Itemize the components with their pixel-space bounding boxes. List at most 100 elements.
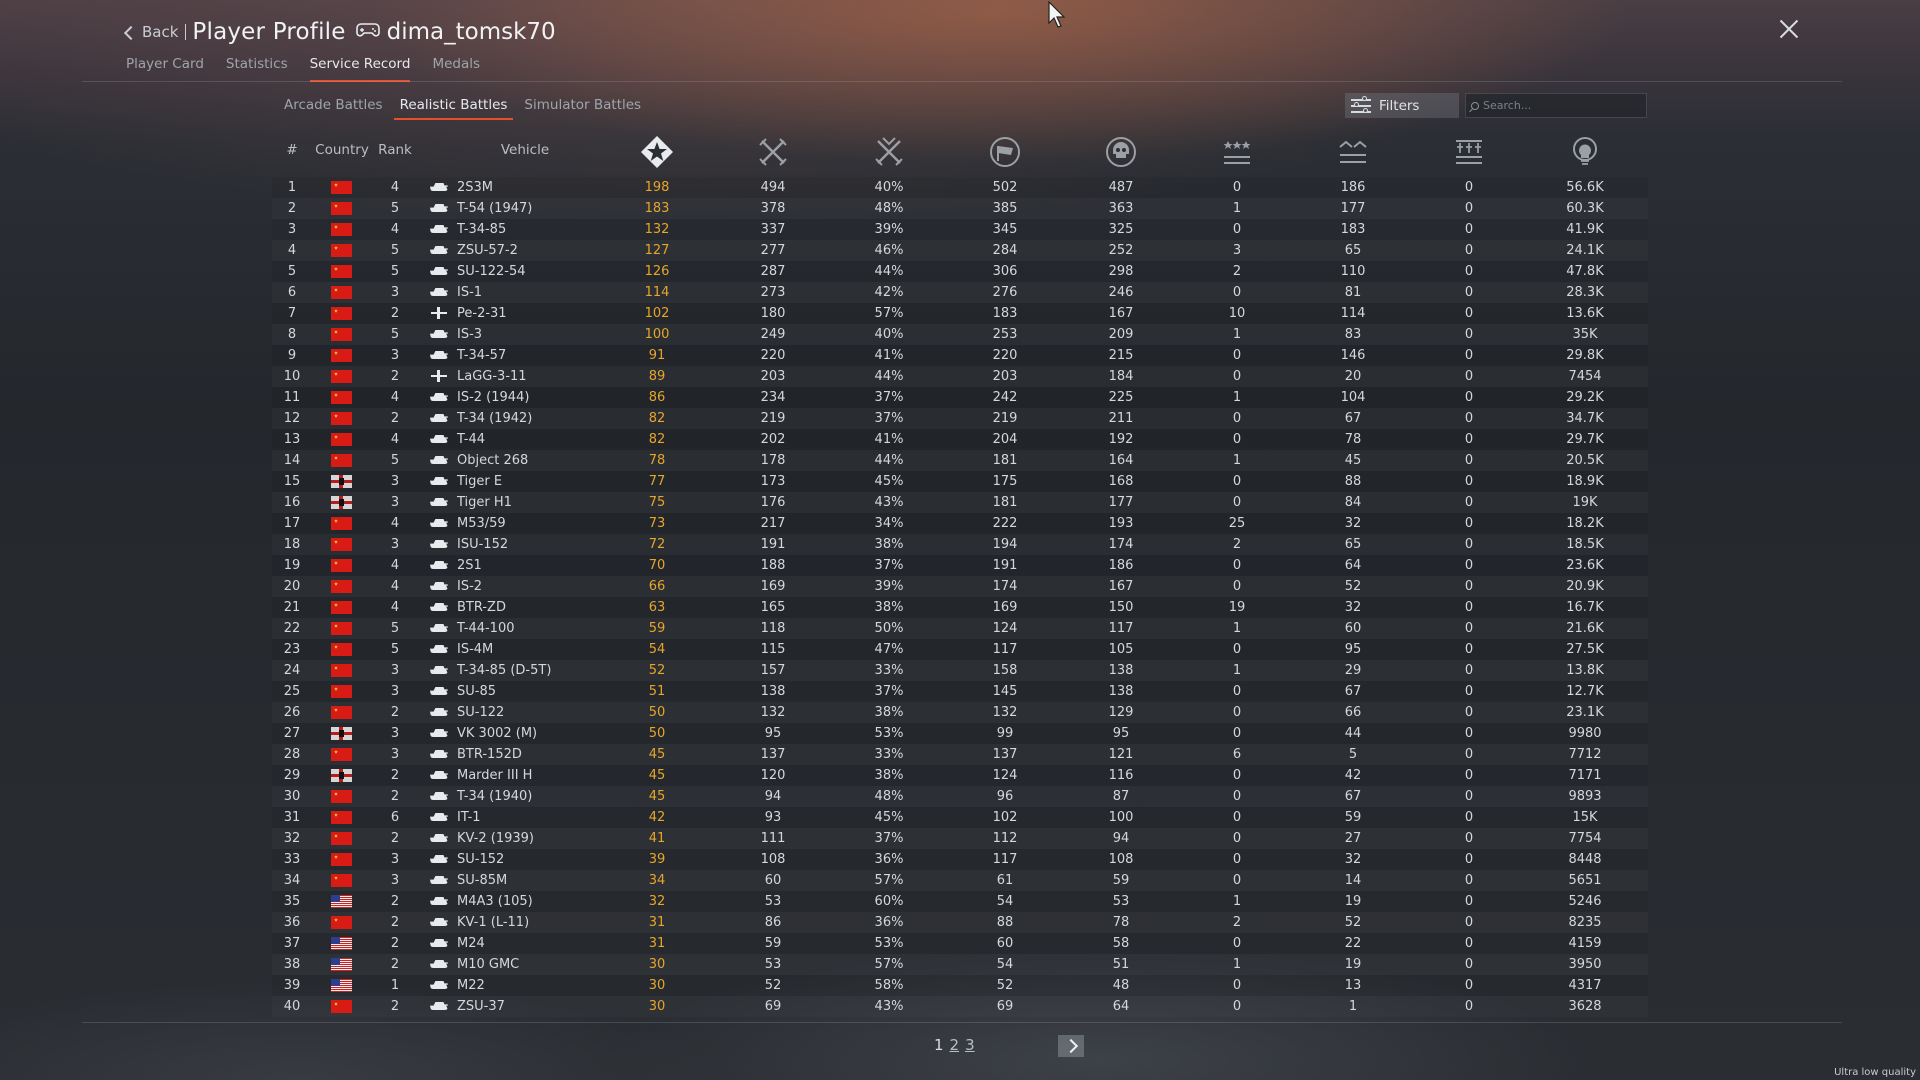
- winrate-icon[interactable]: [872, 135, 906, 169]
- row-naval-kills: 0: [1464, 915, 1474, 930]
- country-flag-icon: [331, 475, 352, 488]
- tank-icon: [430, 645, 448, 653]
- back-button[interactable]: Back: [123, 23, 178, 41]
- table-row[interactable]: 21 4 63 165 38% 169 150 19 32 0 16.7K BTR-ZD: [272, 597, 1648, 618]
- air-kills-icon[interactable]: [1220, 135, 1254, 169]
- column-header-vehicle[interactable]: Vehicle: [501, 142, 549, 158]
- table-row[interactable]: 28 3 45 137 33% 137 121 6 5 0 7712 BTR-152D: [272, 744, 1648, 765]
- table-row[interactable]: 33 3 39 108 36% 117 108 0 32 0 8448 SU-152: [272, 849, 1648, 870]
- search-field[interactable]: [1465, 93, 1647, 118]
- quality-label: Ultra low quality: [1834, 1067, 1916, 1078]
- table-row[interactable]: 10 2 89 203 44% 203 184 0 20 0 7454 LaGG-3-11: [272, 366, 1648, 387]
- country-flag-icon: [331, 832, 352, 845]
- tab-arcade-battles[interactable]: Arcade Battles: [284, 97, 383, 120]
- table-row[interactable]: 7 2 102 180 57% 183 167 10 114 0 13.6K Pe-2-31: [272, 303, 1648, 324]
- table-row[interactable]: 23 5 54 115 47% 117 105 0 95 0 27.5K IS-4M: [272, 639, 1648, 660]
- close-icon[interactable]: [1778, 18, 1800, 40]
- row-winrate: 53%: [874, 936, 904, 951]
- table-row[interactable]: 30 2 45 94 48% 96 87 0 67 0 9893 T-34 (1940): [272, 786, 1648, 807]
- filters-button[interactable]: Filters: [1345, 93, 1459, 118]
- respawns-icon[interactable]: [988, 135, 1022, 169]
- row-naval-kills: 0: [1464, 642, 1474, 657]
- tab-statistics[interactable]: Statistics: [226, 56, 288, 82]
- table-row[interactable]: 38 2 30 53 57% 54 51 1 19 0 3950 M10 GMC: [272, 954, 1648, 975]
- search-input[interactable]: [1483, 99, 1643, 112]
- research-points-icon[interactable]: [1568, 135, 1602, 169]
- table-row[interactable]: 39 1 30 52 58% 52 48 0 13 0 4317 M22: [272, 975, 1648, 996]
- table-row[interactable]: 15 3 77 173 45% 175 168 0 88 0 18.9K Tiger E: [272, 471, 1648, 492]
- row-number: 13: [283, 432, 301, 447]
- tab-realistic-battles[interactable]: Realistic Battles: [393, 97, 514, 120]
- ground-kills-icon[interactable]: [1336, 135, 1370, 169]
- table-row[interactable]: 8 5 100 249 40% 253 209 1 83 0 35K IS-3: [272, 324, 1648, 345]
- table-row[interactable]: 35 2 32 53 60% 54 53 1 19 0 5246 M4A3 (105): [272, 891, 1648, 912]
- row-vehicle-name: SU-152: [457, 852, 505, 867]
- table-row[interactable]: 20 4 66 169 39% 174 167 0 52 0 20.9K IS-2: [272, 576, 1648, 597]
- table-row[interactable]: 34 3 34 60 57% 61 59 0 14 0 5651 SU-85M: [272, 870, 1648, 891]
- table-row[interactable]: 5 5 126 287 44% 306 298 2 110 0 47.8K SU-122-54: [272, 261, 1648, 282]
- table-row[interactable]: 32 2 41 111 37% 112 94 0 27 0 7754 KV-2 (1939): [272, 828, 1648, 849]
- table-row[interactable]: 24 3 52 157 33% 158 138 1 29 0 13.8K T-34-85 (D-5T): [272, 660, 1648, 681]
- row-naval-kills: 0: [1464, 474, 1474, 489]
- table-row[interactable]: 36 2 31 86 36% 88 78 2 52 0 8235 KV-1 (L-11): [272, 912, 1648, 933]
- table-row[interactable]: 16 3 75 176 43% 181 177 0 84 0 19K Tiger H1: [272, 492, 1648, 513]
- table-row[interactable]: 40 2 30 69 43% 69 64 0 1 0 3628 ZSU-37: [272, 996, 1648, 1017]
- row-number: 15: [283, 474, 301, 489]
- row-deaths: 51: [1112, 957, 1130, 972]
- table-row[interactable]: 19 4 70 188 37% 191 186 0 64 0 23.6K 2S1: [272, 555, 1648, 576]
- page-3-button[interactable]: 3: [965, 1036, 975, 1054]
- deaths-icon[interactable]: [1104, 135, 1138, 169]
- row-research-points: 29.7K: [1566, 432, 1604, 447]
- table-row[interactable]: 12 2 82 219 37% 219 211 0 67 0 34.7K T-34 (1942): [272, 408, 1648, 429]
- row-winrate: 37%: [874, 411, 904, 426]
- row-ground-kills: 52: [1344, 915, 1362, 930]
- table-row[interactable]: 37 2 31 59 53% 60 58 0 22 0 4159 M24: [272, 933, 1648, 954]
- column-header-number[interactable]: #: [286, 142, 297, 158]
- country-flag-icon: [331, 874, 352, 887]
- row-winrate: 47%: [874, 642, 904, 657]
- table-row[interactable]: 4 5 127 277 46% 284 252 3 65 0 24.1K ZSU-57-2: [272, 240, 1648, 261]
- row-ground-kills: 104: [1340, 390, 1366, 405]
- table-row[interactable]: 6 3 114 273 42% 276 246 0 81 0 28.3K IS-1: [272, 282, 1648, 303]
- row-naval-kills: 0: [1464, 327, 1474, 342]
- page-2-button[interactable]: 2: [950, 1036, 960, 1054]
- country-flag-icon: [331, 790, 352, 803]
- tab-simulator-battles[interactable]: Simulator Battles: [524, 97, 641, 120]
- tab-service-record[interactable]: Service Record: [309, 56, 411, 82]
- tab-medals[interactable]: Medals: [432, 56, 480, 82]
- table-row[interactable]: 13 4 82 202 41% 204 192 0 78 0 29.7K T-44: [272, 429, 1648, 450]
- battles-icon[interactable]: [640, 135, 674, 169]
- tab-player-card[interactable]: Player Card: [126, 56, 204, 82]
- table-row[interactable]: 22 5 59 118 50% 124 117 1 60 0 21.6K T-44-100: [272, 618, 1648, 639]
- naval-kills-icon[interactable]: [1452, 135, 1486, 169]
- tank-icon: [430, 939, 448, 947]
- table-row[interactable]: 18 3 72 191 38% 194 174 2 65 0 18.5K ISU-152: [272, 534, 1648, 555]
- next-page-button[interactable]: [1058, 1035, 1084, 1057]
- table-row[interactable]: 9 3 91 220 41% 220 215 0 146 0 29.8K T-34-57: [272, 345, 1648, 366]
- table-row[interactable]: 31 6 42 93 45% 102 100 0 59 0 15K IT-1: [272, 807, 1648, 828]
- table-row[interactable]: 17 4 73 217 34% 222 193 25 32 0 18.2K M53/59: [272, 513, 1648, 534]
- column-header-country[interactable]: Country: [315, 142, 369, 158]
- row-battles: 132: [644, 222, 670, 237]
- country-flag-icon: [331, 958, 352, 971]
- row-rank: 2: [390, 894, 400, 909]
- table-row[interactable]: 14 5 78 178 44% 181 164 1 45 0 20.5K Object 268: [272, 450, 1648, 471]
- row-number: 19: [283, 558, 301, 573]
- row-deaths: 177: [1108, 495, 1134, 510]
- table-row[interactable]: 1 4 198 494 40% 502 487 0 186 0 56.6K 2S3M: [272, 177, 1648, 198]
- table-row[interactable]: 29 2 45 120 38% 124 116 0 42 0 7171 Marder III H: [272, 765, 1648, 786]
- table-row[interactable]: 27 3 50 95 53% 99 95 0 44 0 9980 VK 3002 (M): [272, 723, 1648, 744]
- page-1-button[interactable]: 1: [934, 1036, 944, 1054]
- column-header-rank[interactable]: Rank: [378, 142, 412, 158]
- row-air-kills: 0: [1232, 936, 1242, 951]
- table-row[interactable]: 11 4 86 234 37% 242 225 1 104 0 29.2K IS-2 (1944): [272, 387, 1648, 408]
- table-row[interactable]: 25 3 51 138 37% 145 138 0 67 0 12.7K SU-85: [272, 681, 1648, 702]
- row-rank: 3: [390, 852, 400, 867]
- table-row[interactable]: 26 2 50 132 38% 132 129 0 66 0 23.1K SU-122: [272, 702, 1648, 723]
- row-battles: 45: [648, 768, 666, 783]
- kills-icon[interactable]: [756, 135, 790, 169]
- table-row[interactable]: 3 4 132 337 39% 345 325 0 183 0 41.9K T-34-85: [272, 219, 1648, 240]
- table-row[interactable]: 2 5 183 378 48% 385 363 1 177 0 60.3K T-54 (1947): [272, 198, 1648, 219]
- row-vehicle-name: M53/59: [457, 516, 506, 531]
- row-naval-kills: 0: [1464, 852, 1474, 867]
